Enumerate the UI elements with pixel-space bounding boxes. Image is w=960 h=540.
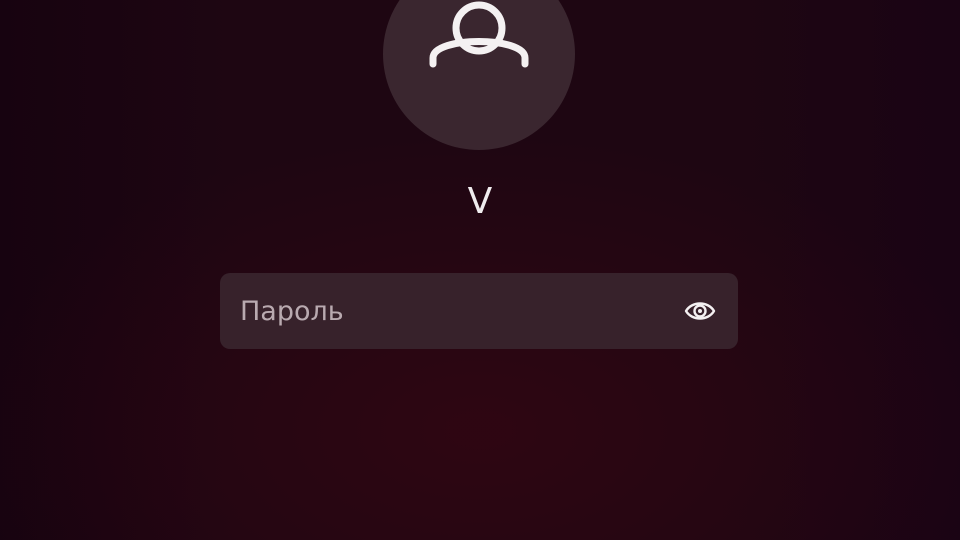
password-field[interactable] [220, 273, 738, 349]
password-input[interactable] [220, 273, 660, 349]
show-password-button[interactable] [678, 289, 722, 333]
user-avatar-icon [429, 1, 529, 68]
avatar [383, 0, 575, 150]
eye-icon [684, 302, 716, 320]
username-label: V [467, 181, 493, 222]
